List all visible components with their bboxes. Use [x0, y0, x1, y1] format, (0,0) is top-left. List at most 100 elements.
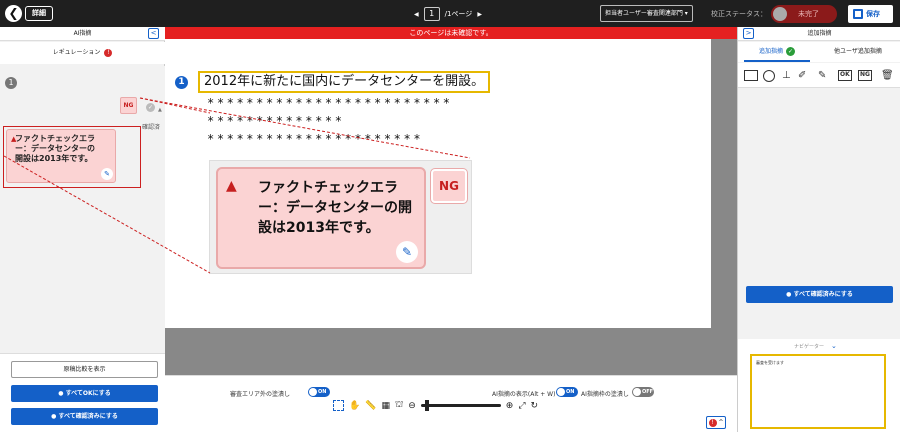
zoomed-finding-card: ▲ ファクトチェックエラー：データセンターの開設は2013年です。 ✎ — [216, 167, 426, 269]
review-outside-toggle-text: ON — [318, 389, 327, 395]
finding-marker-badge[interactable]: 1 — [175, 76, 188, 89]
review-outside-toggle[interactable]: ON — [308, 387, 330, 397]
ai-findings-title: AI指摘 — [73, 30, 92, 37]
additional-findings-panel: 追加指摘 > 追加指摘 ✓ 他ユーザ追加指摘 ⊥ ✐ ✎ OK NG 🗑 ● すべ… — [737, 27, 900, 432]
viewer-toolbar: 審査エリア外の塗潰し ON AI指摘の表示(Alt + W) ON AI指摘枠の… — [165, 375, 737, 432]
document-page: 1 2012年に新たに国内にデータセンターを開設。 **************… — [165, 39, 711, 328]
ng-stamp-tool[interactable]: NG — [858, 70, 872, 81]
all-confirmed-right-label: すべて確認済みにする — [793, 291, 853, 298]
page-number-input[interactable]: 1 — [423, 7, 440, 21]
ruler-tool-icon[interactable]: 📏 — [365, 401, 376, 411]
next-page-icon[interactable]: ▶ — [477, 11, 482, 18]
navigator-section: ナビゲーター ⌄ 審査を受けます — [738, 339, 900, 432]
detail-button[interactable]: 詳細 — [25, 6, 53, 21]
all-ok-button[interactable]: ● すべてOKにする — [11, 385, 158, 402]
additional-findings-title: 追加指摘 — [807, 30, 832, 37]
zoomed-finding-text: ファクトチェックエラー：データセンターの開設は2013年です。 — [258, 180, 412, 236]
thumbnail-text: 審査を受けます — [756, 360, 784, 365]
trash-icon[interactable]: 🗑 — [881, 70, 894, 82]
collapse-right-button[interactable]: > — [743, 28, 754, 39]
all-confirmed-label: すべて確認済みにする — [58, 413, 118, 420]
ai-frame-fill-toggle-text: OFF — [642, 389, 654, 395]
tab-other-user-findings[interactable]: 他ユーザ追加指摘 — [818, 42, 898, 62]
left-panel-actions: 原稿比較を表示 ● すべてOKにする ● すべて確認済みにする — [0, 353, 165, 432]
save-icon — [853, 9, 863, 19]
ai-display-toggle-text: ON — [566, 389, 575, 395]
regulation-alert-icon: ! — [104, 48, 113, 57]
department-select[interactable]: 担当者ユーザー審査関連部門 ▾ — [600, 5, 693, 22]
regulation-label: レギュレーション — [52, 49, 101, 56]
confirm-check-icon[interactable]: ✓ — [146, 103, 155, 112]
grid-tool-icon[interactable]: ▦ — [381, 401, 390, 411]
pen-tool-icon[interactable]: ✎ — [818, 70, 826, 82]
zoomed-finding-callout: ▲ ファクトチェックエラー：データセンターの開設は2013年です。 ✎ NG — [209, 160, 472, 274]
page-total: /1ページ — [444, 10, 473, 18]
stamp-tool-icon[interactable]: ⛫ — [395, 400, 403, 411]
alert-icon: ! — [708, 419, 717, 427]
ai-display-label: AI指摘の表示(Alt + W) — [492, 391, 556, 398]
page-thumbnail[interactable]: 審査を受けます — [750, 354, 886, 429]
prev-page-icon[interactable]: ◀ — [414, 11, 419, 18]
page-navigator: ◀ 1 /1ページ ▶ — [414, 6, 482, 22]
all-ok-label: すべてOKにする — [65, 390, 111, 397]
additional-findings-header: 追加指摘 — [738, 27, 900, 41]
chevron-down-icon[interactable]: ⌄ — [831, 342, 837, 350]
ng-button[interactable]: NG — [120, 97, 137, 114]
highlighted-sentence[interactable]: 2012年に新たに国内にデータセンターを開設。 — [198, 71, 491, 93]
department-value: 担当者ユーザー審査関連部門 — [605, 10, 683, 17]
tab-additional-findings[interactable]: 追加指摘 ✓ — [744, 42, 810, 62]
zoom-slider[interactable] — [420, 400, 501, 411]
save-button[interactable]: 保存 — [848, 5, 893, 23]
warning-icon: ▲ — [226, 178, 237, 194]
edit-pencil-icon[interactable]: ✎ — [101, 168, 113, 180]
finding-card[interactable]: ▲ ファクトチェックエラー：データセンターの開設は2013年です。 ✎ — [6, 129, 116, 183]
all-confirmed-button[interactable]: ● すべて確認済みにする — [11, 408, 158, 425]
circle-tool-icon[interactable] — [763, 70, 775, 82]
ai-display-toggle[interactable]: ON — [556, 387, 578, 397]
unconfirmed-banner: このページは未確認です。 — [165, 27, 737, 39]
save-label: 保存 — [866, 10, 880, 18]
hand-tool-icon[interactable]: ✋ — [349, 401, 360, 411]
ai-frame-fill-toggle[interactable]: OFF — [632, 387, 654, 397]
zoom-slider-handle[interactable] — [424, 400, 429, 411]
finding-list: 1 ▲ — [0, 66, 165, 353]
status-label: 校正ステータス： — [711, 10, 767, 18]
scroll-up-icon[interactable]: ▲ — [158, 107, 162, 113]
highlighter-tool-icon[interactable]: ✐ — [798, 70, 806, 82]
additional-findings-tabs: 追加指摘 ✓ 他ユーザ追加指摘 — [738, 42, 900, 62]
compare-manuscript-button[interactable]: 原稿比較を表示 — [11, 361, 158, 378]
document-viewer: このページは未確認です。 1 2012年に新たに国内にデータセンターを開設。 *… — [165, 27, 737, 432]
zoom-in-icon[interactable]: ⊕ — [506, 401, 514, 411]
masked-text-line: ********************** — [207, 132, 424, 146]
status-toggle[interactable]: 未完了 — [771, 5, 837, 23]
tab-additional-findings-label: 追加指摘 — [758, 48, 783, 55]
all-confirmed-button-right[interactable]: ● すべて確認済みにする — [746, 286, 893, 303]
collapse-left-button[interactable]: < — [148, 28, 159, 39]
viewer-tools: ✋ 📏 ▦ ⛫ ⊖ ⊕ ⤢ ↻ — [333, 400, 538, 411]
top-bar: ❮ 詳細 ◀ 1 /1ページ ▶ 担当者ユーザー審査関連部門 ▾ 校正ステータス… — [0, 0, 900, 27]
regulation-row[interactable]: レギュレーション! — [0, 42, 165, 64]
status-toggle-knob — [773, 7, 787, 21]
finding-number-badge: 1 — [5, 77, 17, 89]
finding-card-text: ファクトチェックエラー：データセンターの開設は2013年です。 — [15, 134, 95, 163]
rotate-icon[interactable]: ↻ — [531, 401, 539, 411]
fit-screen-icon[interactable]: ⤢ — [518, 401, 525, 411]
review-outside-label: 審査エリア外の塗潰し — [230, 391, 291, 398]
masked-text-line: ************************* — [207, 96, 453, 110]
back-arrow-icon[interactable]: ❮ — [5, 5, 22, 22]
ai-findings-header: AI指摘 — [0, 27, 165, 41]
masked-text-line: ************** — [207, 114, 345, 128]
zoom-out-icon[interactable]: ⊖ — [408, 401, 416, 411]
stamp-tool-icon[interactable]: ⊥ — [782, 70, 791, 82]
ai-findings-panel: AI指摘 < レギュレーション! 1 ▲ ▲ ファクトチェックエラー：データセン… — [0, 27, 165, 432]
annotation-tools: ⊥ ✐ ✎ OK NG 🗑 — [738, 63, 900, 88]
zoomed-ng-badge: NG — [431, 169, 467, 203]
alert-toggle-button[interactable]: ! ^ — [706, 416, 726, 429]
navigator-label: ナビゲーター — [794, 344, 825, 350]
rectangle-tool-icon[interactable] — [744, 70, 758, 81]
select-tool-icon[interactable] — [333, 400, 344, 411]
confirmed-label: 確認済 — [142, 124, 161, 131]
ok-stamp-tool[interactable]: OK — [838, 70, 852, 81]
ai-frame-fill-label: AI指摘枠の塗潰し — [581, 391, 629, 398]
status-value: 未完了 — [798, 10, 819, 18]
